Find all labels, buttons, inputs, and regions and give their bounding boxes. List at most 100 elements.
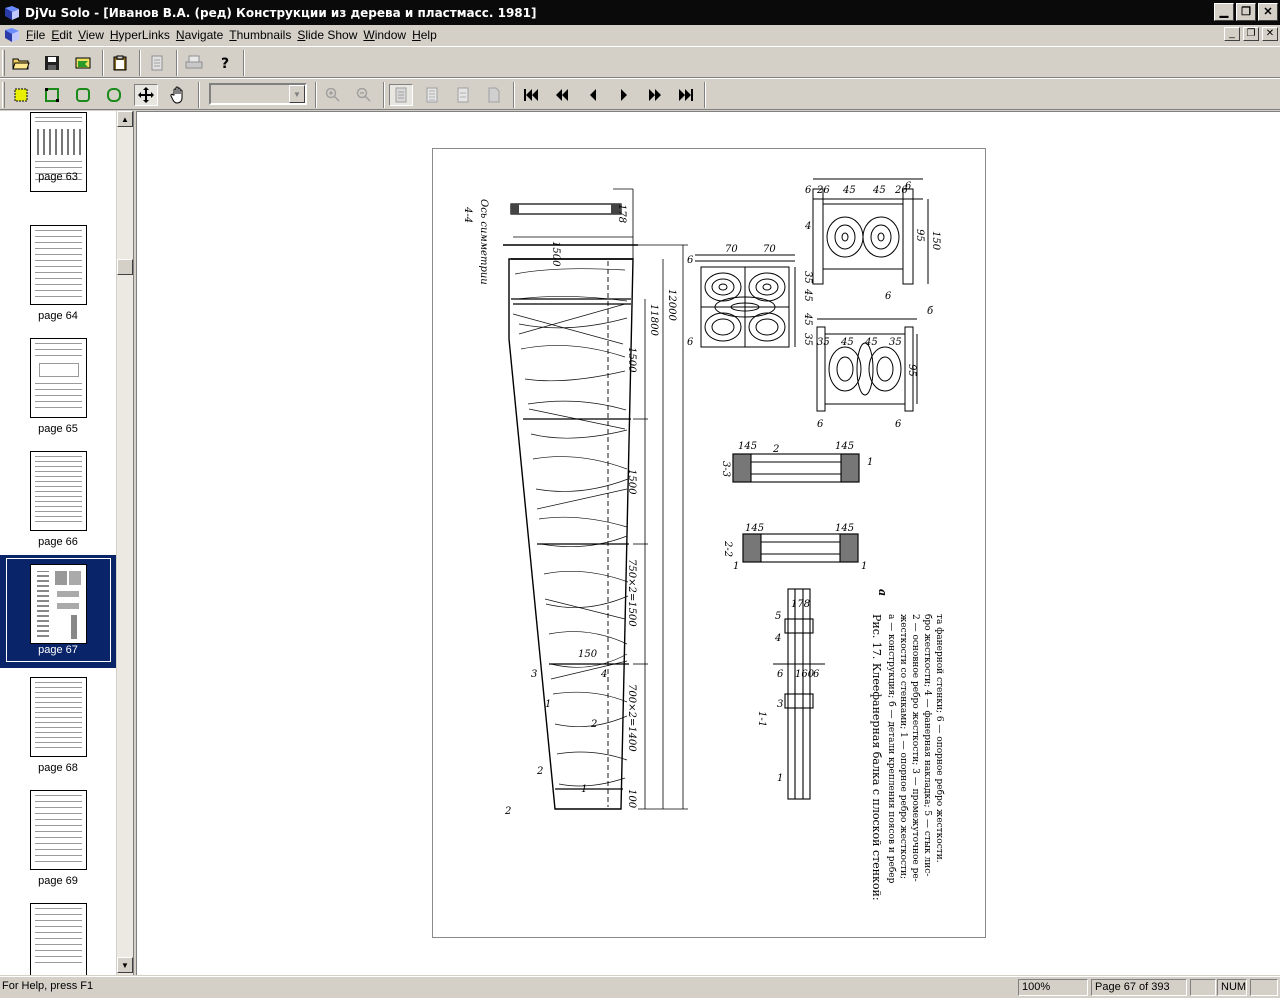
close-button[interactable]: ✕ (1258, 3, 1278, 21)
svg-text:1: 1 (733, 561, 739, 572)
doc-minimize-button[interactable]: _ (1224, 27, 1240, 41)
svg-text:4: 4 (600, 669, 607, 680)
select-rect-button[interactable] (9, 84, 33, 106)
thumbnail-page-66[interactable]: page 66 (0, 418, 116, 548)
menu-view[interactable]: View (78, 28, 110, 42)
document-page: 1500 11800 12000 1500 1500 750×2=1500 70… (432, 148, 986, 938)
close-icon: ✕ (1265, 28, 1275, 39)
svg-text:70: 70 (725, 244, 738, 255)
svg-text:45: 45 (872, 185, 886, 196)
zoom-out-icon (356, 87, 371, 102)
menu-slide-show[interactable]: Slide Show (297, 28, 363, 42)
next-page-button[interactable] (612, 84, 636, 106)
help-button[interactable]: ? (213, 52, 237, 74)
last-page-button[interactable] (674, 84, 698, 106)
forward-five-pages-button[interactable] (643, 84, 667, 106)
status-page-info: Page 67 of 393 (1091, 979, 1187, 996)
select-frame-button[interactable] (40, 84, 64, 106)
doc-close-button[interactable]: ✕ (1262, 27, 1278, 41)
thumbnail-page-63[interactable]: page 63 (0, 111, 116, 192)
menu-window[interactable]: Window (363, 28, 412, 42)
menu-hyperlinks[interactable]: HyperLinks (110, 28, 176, 42)
select-zone-button[interactable] (102, 84, 126, 106)
svg-text:2: 2 (536, 766, 543, 777)
hand-tool-button[interactable] (166, 84, 190, 106)
status-zoom: 100% (1018, 979, 1088, 996)
scrollbar-thumb[interactable] (117, 259, 133, 275)
facing-page-button[interactable] (451, 84, 475, 106)
svg-text:5: 5 (775, 611, 781, 622)
previous-page-button[interactable] (581, 84, 605, 106)
svg-text:3: 3 (777, 699, 783, 710)
document-icon (5, 28, 19, 42)
chevron-down-icon[interactable]: ▼ (289, 85, 305, 103)
fit-page-button[interactable] (482, 84, 506, 106)
svg-text:150: 150 (930, 231, 941, 251)
export-icon (75, 57, 91, 69)
svg-text:6: 6 (885, 291, 892, 302)
export-button[interactable] (71, 52, 95, 74)
menu-thumbnails[interactable]: Thumbnails (229, 28, 297, 42)
thumbnails-scrollbar[interactable]: ▲ ▼ (116, 111, 133, 975)
select-region-button[interactable] (71, 84, 95, 106)
toolbar-grip[interactable] (2, 82, 5, 108)
print-button (182, 52, 206, 74)
minimize-button[interactable]: ▁ (1214, 3, 1234, 21)
svg-text:11800: 11800 (648, 304, 659, 336)
page-thumbnail-image (30, 564, 87, 644)
toolbar-grip[interactable] (2, 50, 5, 76)
continuous-page-button[interactable] (420, 84, 444, 106)
move-arrows-icon (138, 87, 154, 103)
doc-restore-button[interactable]: ❐ (1243, 27, 1259, 41)
thumbnail-page-69[interactable]: page 69 (0, 757, 116, 887)
chevron-up-icon: ▲ (121, 114, 129, 124)
scroll-down-button[interactable]: ▼ (117, 957, 133, 973)
svg-text:145: 145 (745, 523, 764, 534)
svg-text:750×2=1500: 750×2=1500 (626, 559, 637, 627)
restore-icon: ❐ (1246, 28, 1256, 39)
view-toolbar (0, 78, 1280, 110)
svg-text:178: 178 (791, 599, 810, 610)
facing-page-icon (457, 87, 469, 103)
menu-help[interactable]: Help (412, 28, 443, 42)
restore-button[interactable]: ❐ (1236, 3, 1256, 21)
paste-button[interactable] (108, 52, 132, 74)
scroll-up-button[interactable]: ▲ (117, 111, 133, 127)
svg-text:178: 178 (616, 204, 627, 223)
thumbnail-page-68[interactable]: page 68 (0, 644, 116, 774)
menu-file[interactable]: File (26, 28, 51, 42)
pan-button[interactable] (134, 84, 158, 106)
first-page-button[interactable] (519, 84, 543, 106)
thumbnail-page-65[interactable]: page 65 (0, 305, 116, 435)
svg-text:45: 45 (802, 312, 813, 326)
close-icon: ✕ (1263, 5, 1273, 18)
svg-text:12000: 12000 (666, 289, 677, 321)
back-five-pages-button[interactable] (550, 84, 574, 106)
menu-navigate[interactable]: Navigate (176, 28, 229, 42)
status-num-lock: NUM (1217, 979, 1247, 996)
svg-text:45: 45 (840, 337, 854, 348)
thumbnail-page-70[interactable] (0, 870, 116, 975)
select-rect-icon (14, 88, 28, 102)
title-bar[interactable]: DjVu Solo - [Иванов В.А. (ред) Конструкц… (0, 0, 1280, 25)
page-thumbnail-image (30, 903, 87, 975)
single-page-button[interactable] (389, 84, 413, 106)
status-empty-cell (1250, 979, 1278, 996)
svg-text:145: 145 (835, 441, 854, 452)
svg-text:95: 95 (914, 229, 925, 242)
svg-text:4-4: 4-4 (462, 206, 473, 223)
svg-text:6: 6 (805, 185, 812, 196)
status-bar: For Help, press F1 100% Page 67 of 393 N… (0, 976, 1280, 998)
svg-text:35: 35 (889, 337, 902, 348)
zoom-select[interactable]: ▼ (209, 83, 307, 105)
menu-edit[interactable]: Edit (51, 28, 78, 42)
chevron-down-icon: ▼ (121, 960, 129, 970)
open-button[interactable] (9, 52, 33, 74)
thumbnail-page-64[interactable]: page 64 (0, 192, 116, 322)
figure-caption-line-3: жесткости со стенками; 1 — опорное ребро… (898, 614, 909, 879)
svg-text:1500: 1500 (626, 469, 637, 495)
svg-text:1: 1 (777, 773, 783, 784)
svg-text:150: 150 (578, 649, 598, 660)
document-view[interactable]: 1500 11800 12000 1500 1500 750×2=1500 70… (136, 111, 1280, 975)
save-button[interactable] (40, 52, 64, 74)
